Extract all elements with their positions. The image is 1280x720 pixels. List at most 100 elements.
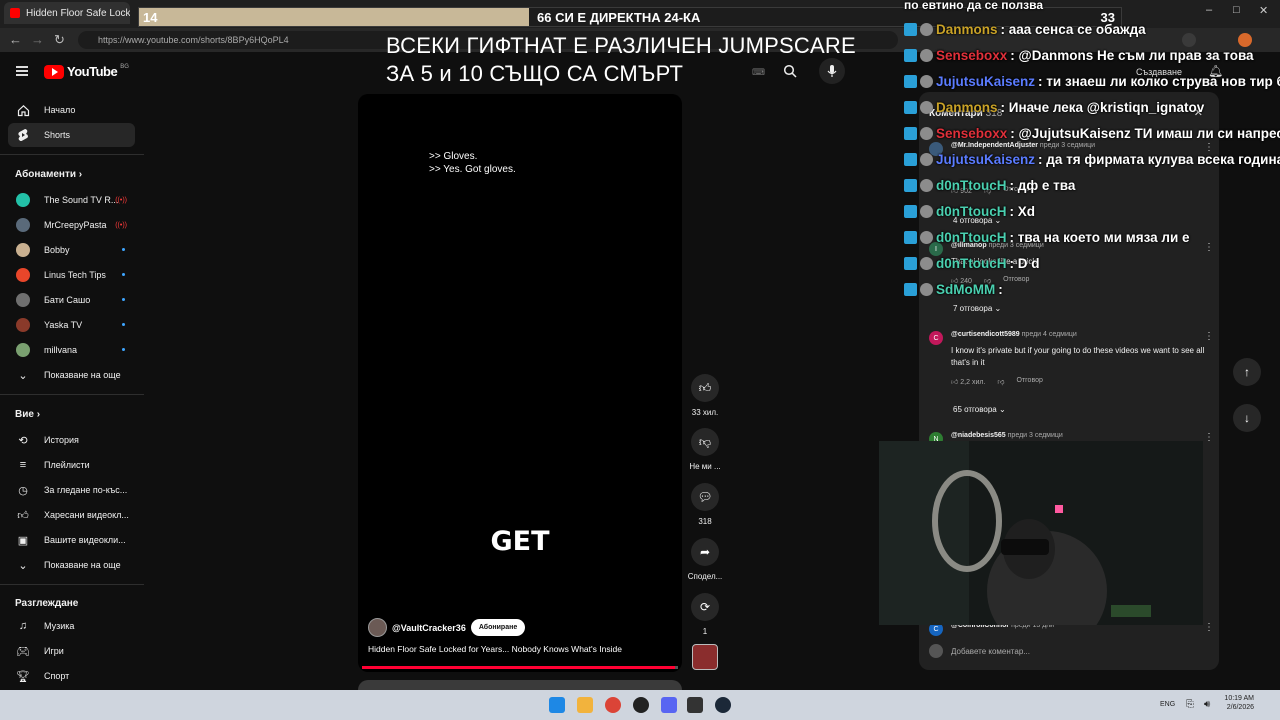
avatar[interactable]: C (929, 331, 943, 345)
youtube-play-icon (44, 64, 64, 79)
youtube-wordmark: YouTube (67, 64, 118, 79)
sidebar-item-shorts[interactable]: Shorts (8, 123, 135, 147)
progress-fill (362, 666, 675, 669)
keyboard-icon[interactable]: ⌨ (752, 67, 765, 78)
youtube-logo[interactable]: YouTube BG (44, 64, 129, 79)
webcam-image (879, 441, 1203, 625)
sidebar-item-music[interactable]: ♫ Музика (8, 614, 135, 638)
sidebar-item-history[interactable]: ⟲ История (8, 428, 135, 452)
avatar (16, 293, 30, 307)
view-replies-button[interactable]: 65 отговора ⌄ (953, 405, 1006, 414)
goal-title: 66 СИ Е ДИРЕКТНА 24-КА (537, 10, 701, 25)
sidebar-item-label: Харесани видеокл... (44, 510, 129, 520)
sidebar-item-watch-later[interactable]: ◷ За гледане по-къс... (8, 478, 135, 502)
sidebar-item-subscription[interactable]: The Sound TV R... ((•)) (8, 188, 135, 212)
sidebar-item-subscription[interactable]: MrCreepyPasta ((•)) (8, 213, 135, 237)
goal-left-value: 14 (143, 10, 158, 25)
subscribe-button[interactable]: Абониране (470, 619, 526, 636)
windows-start-icon[interactable] (549, 697, 565, 713)
next-short-button[interactable]: ↓ (1233, 404, 1261, 432)
steam-icon[interactable] (715, 697, 731, 713)
discord-icon[interactable] (661, 697, 677, 713)
dislike-button[interactable]: 👎︎ (691, 428, 719, 456)
sidebar-show-more[interactable]: ⌄ Показване на още (8, 553, 135, 577)
more-options-icon[interactable]: ⋮ (1204, 622, 1214, 633)
trophy-icon: 🏆︎ (16, 670, 30, 683)
sidebar-item-subscription[interactable]: Бати Сашо (8, 288, 135, 312)
chat-username: SdMoMM (936, 281, 996, 297)
search-button[interactable] (777, 58, 803, 84)
sidebar-item-label: Shorts (44, 130, 71, 140)
terminal-icon[interactable] (687, 697, 703, 713)
chat-badge-icon (904, 282, 917, 296)
sidebar-item-label: Показване на още (44, 370, 121, 380)
chrome-icon[interactable] (605, 697, 621, 713)
sidebar-item-label: Плейлисти (44, 460, 90, 470)
browser-tab[interactable]: Hidden Floor Safe Locked (4, 2, 130, 24)
sidebar-item-playlists[interactable]: ≡ Плейлисти (8, 453, 135, 477)
microphone-icon (827, 65, 837, 77)
sidebar-item-gaming[interactable]: 🎮︎ Игри (8, 639, 135, 663)
like-button[interactable]: 👍︎ (691, 374, 719, 402)
view-replies-button[interactable]: 7 отговора ⌄ (953, 304, 1001, 313)
clock[interactable]: 10:19 AM 2/6/2026 (1218, 695, 1254, 711)
like-count: 33 хил. (691, 408, 719, 417)
comment-header: @curtisendicott5989 преди 4 седмици (951, 331, 1077, 338)
watch-later-icon: ◷ (18, 484, 28, 497)
comment-dislike-icon[interactable]: 👎︎ (997, 377, 1004, 386)
sidebar-item-subscription[interactable]: Linus Tech Tips (8, 263, 135, 287)
forward-icon[interactable]: → (31, 32, 44, 47)
voice-search-button[interactable] (819, 58, 845, 84)
add-comment-input[interactable]: Добавете коментар... (951, 647, 1030, 656)
sidebar-item-subscription[interactable]: millvana (8, 338, 135, 362)
back-icon[interactable]: ← (9, 32, 22, 47)
more-options-icon[interactable]: ⋮ (1204, 432, 1214, 443)
menu-icon[interactable] (16, 66, 28, 76)
more-options-icon[interactable]: ⋮ (1204, 331, 1214, 342)
chat-message: Senseboxx: @JujutsuKaisenz ТИ имаш ли си… (904, 122, 1280, 144)
chat-text: : дф е тва (1009, 177, 1076, 193)
chat-avatar-icon (920, 204, 933, 218)
share-button[interactable]: ➦ (691, 538, 719, 566)
previous-short-button[interactable]: ↑ (1233, 358, 1261, 386)
sidebar-item-your-videos[interactable]: ▣ Вашите видеокли... (8, 528, 135, 552)
obs-icon[interactable] (633, 697, 649, 713)
comment-author[interactable]: @curtisendicott5989 (951, 331, 1020, 338)
sidebar-item-label: Начало (44, 105, 76, 115)
remix-count: 1 (702, 627, 708, 636)
sound-thumbnail[interactable] (686, 644, 724, 670)
channel-avatar[interactable] (368, 618, 387, 637)
dislike-label: Не ми ... (689, 462, 721, 471)
comments-button[interactable]: 💬︎ (691, 483, 719, 511)
shorts-player[interactable]: >> Gloves. >> Yes. Got gloves. GET @Vaul… (358, 94, 682, 672)
comments-action: 💬︎ 318 (686, 483, 724, 526)
sidebar-item-subscription[interactable]: Yaska TV (8, 313, 135, 337)
sidebar-show-more[interactable]: ⌄ Показване на още (8, 363, 135, 387)
sidebar-item-sports[interactable]: 🏆︎ Спорт (8, 664, 135, 688)
remix-button[interactable]: ⟳ (691, 593, 719, 621)
sidebar-item-liked[interactable]: 👍︎ Харесани видеокл... (8, 503, 135, 527)
sidebar-item-home[interactable]: Начало (8, 98, 135, 122)
volume-icon[interactable]: 🔊︎ (1204, 699, 1210, 710)
caption-line: >> Gloves. (429, 151, 478, 162)
language-indicator[interactable]: ENG (1160, 701, 1175, 708)
chat-avatar-icon (920, 178, 933, 192)
file-explorer-icon[interactable] (577, 697, 593, 713)
comment-author[interactable]: @niadebesis565 (951, 432, 1006, 439)
subscriptions-heading[interactable]: Абонаменти › (15, 169, 82, 180)
chat-message: Danmons: ааа сенса се обажда (904, 18, 1146, 40)
reload-icon[interactable]: ↻ (54, 32, 65, 48)
new-content-dot (122, 323, 125, 326)
chat-avatar-icon (920, 74, 933, 88)
network-icon[interactable]: ⎘ (1186, 699, 1194, 710)
short-title[interactable]: Hidden Floor Safe Locked for Years... No… (368, 644, 622, 654)
chat-text: : @JujutsuKaisenz ТИ имаш ли си напреста (1010, 125, 1280, 141)
you-heading[interactable]: Вие › (15, 409, 40, 420)
reply-button[interactable]: Отговор (1017, 377, 1043, 386)
add-comment-row[interactable]: Добавете коментар... (929, 644, 1209, 658)
search-icon (783, 64, 797, 78)
comment-like-button[interactable]: 👍︎ 2,2 хил. (951, 377, 985, 386)
video-progress-bar[interactable] (362, 666, 678, 669)
sidebar-item-subscription[interactable]: Bobby (8, 238, 135, 262)
channel-name[interactable]: @VaultCracker36 (392, 623, 466, 633)
